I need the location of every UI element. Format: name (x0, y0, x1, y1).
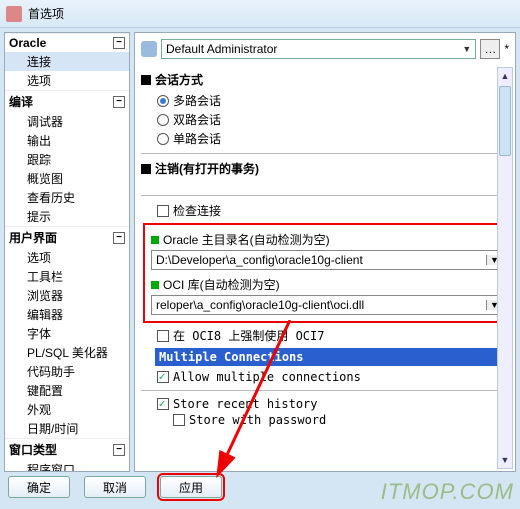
oci-lib-label: OCI 库(自动检测为空) (151, 276, 503, 293)
cancel-button[interactable]: 取消 (84, 476, 146, 498)
tree-leaf-connect[interactable]: 连接 (5, 52, 129, 71)
collapse-icon[interactable]: − (113, 444, 125, 456)
dirty-indicator: * (504, 42, 509, 56)
tree-leaf[interactable]: 程序窗口 (5, 460, 129, 472)
tree-leaf[interactable]: 外观 (5, 400, 129, 419)
chevron-down-icon[interactable]: ▼ (462, 44, 471, 54)
tree-leaf[interactable]: 键配置 (5, 381, 129, 400)
scroll-down-icon[interactable]: ▼ (498, 452, 512, 468)
tree-cat-oracle[interactable]: Oracle− (5, 33, 129, 52)
scroll-thumb[interactable] (499, 86, 511, 156)
oracle-home-label: Oracle 主目录名(自动检测为空) (151, 231, 503, 248)
ok-button[interactable]: 确定 (8, 476, 70, 498)
tree-leaf[interactable]: 工具栏 (5, 267, 129, 286)
vertical-scrollbar[interactable]: ▲ ▼ (497, 67, 513, 469)
tree-leaf[interactable]: 调试器 (5, 112, 129, 131)
tree-leaf-options[interactable]: 选项 (5, 71, 129, 90)
tree-leaf[interactable]: 代码助手 (5, 362, 129, 381)
radio-dual[interactable] (157, 114, 169, 126)
app-icon (6, 6, 22, 22)
tree-leaf[interactable]: 选项 (5, 248, 129, 267)
check-label: Store recent history (173, 397, 318, 411)
store-pwd-checkbox[interactable] (173, 414, 185, 426)
tree-leaf[interactable]: 查看历史 (5, 188, 129, 207)
tree-leaf[interactable]: 跟踪 (5, 150, 129, 169)
collapse-icon[interactable]: − (113, 96, 125, 108)
admin-more-button[interactable]: … (480, 39, 500, 59)
tree-cat-window[interactable]: 窗口类型− (5, 438, 129, 460)
session-group-title: 会话方式 (155, 71, 513, 88)
radio-single[interactable] (157, 133, 169, 145)
category-tree[interactable]: Oracle− 连接 选项 编译− 调试器 输出 跟踪 概览图 查看历史 提示 … (4, 32, 130, 472)
force-oci7-checkbox[interactable] (157, 330, 169, 342)
settings-pane: Default Administrator ▼ … * 会话方式 多路会话 双路… (134, 32, 516, 472)
titlebar: 首选项 (0, 0, 520, 28)
check-label: 检查连接 (173, 202, 221, 219)
store-history-checkbox[interactable] (157, 398, 169, 410)
radio-multi[interactable] (157, 95, 169, 107)
admin-combo[interactable]: Default Administrator ▼ (161, 39, 476, 59)
check-connection-checkbox[interactable] (157, 205, 169, 217)
oracle-home-highlight: Oracle 主目录名(自动检测为空) D:\Developer\a_confi… (143, 223, 511, 323)
tree-leaf[interactable]: 提示 (5, 207, 129, 226)
radio-label: 多路会话 (173, 92, 221, 109)
tree-leaf[interactable]: PL/SQL 美化器 (5, 343, 129, 362)
tree-leaf[interactable]: 编辑器 (5, 305, 129, 324)
collapse-icon[interactable]: − (113, 232, 125, 244)
radio-label: 双路会话 (173, 111, 221, 128)
tree-cat-ui[interactable]: 用户界面− (5, 226, 129, 248)
check-label: Store with password (189, 413, 326, 427)
oracle-home-combo[interactable]: D:\Developer\a_config\oracle10g-client ▼ (151, 250, 503, 270)
tree-leaf[interactable]: 日期/时间 (5, 419, 129, 438)
multi-conn-header: Multiple Connections (155, 348, 513, 366)
check-label: Allow multiple connections (173, 370, 361, 384)
watermark: ITMOP.COM (381, 479, 514, 505)
scroll-up-icon[interactable]: ▲ (498, 68, 512, 84)
apply-button[interactable]: 应用 (160, 476, 222, 498)
collapse-icon[interactable]: − (113, 37, 125, 49)
tree-leaf[interactable]: 字体 (5, 324, 129, 343)
tree-cat-compile[interactable]: 编译− (5, 90, 129, 112)
tree-leaf[interactable]: 概览图 (5, 169, 129, 188)
oracle-home-value: D:\Developer\a_config\oracle10g-client (152, 253, 486, 267)
admin-label: Default Administrator (166, 42, 277, 56)
oci-lib-value: reloper\a_config\oracle10g-client\oci.dl… (152, 298, 486, 312)
allow-multi-checkbox[interactable] (157, 371, 169, 383)
radio-label: 单路会话 (173, 130, 221, 147)
oci-lib-combo[interactable]: reloper\a_config\oracle10g-client\oci.dl… (151, 295, 503, 315)
window-title: 首选项 (28, 5, 64, 22)
logoff-group-title: 注销(有打开的事务) (155, 160, 513, 177)
tree-leaf[interactable]: 输出 (5, 131, 129, 150)
admin-icon (141, 41, 157, 57)
check-label: 在 OCI8 上强制使用 OCI7 (173, 327, 324, 344)
tree-leaf[interactable]: 浏览器 (5, 286, 129, 305)
